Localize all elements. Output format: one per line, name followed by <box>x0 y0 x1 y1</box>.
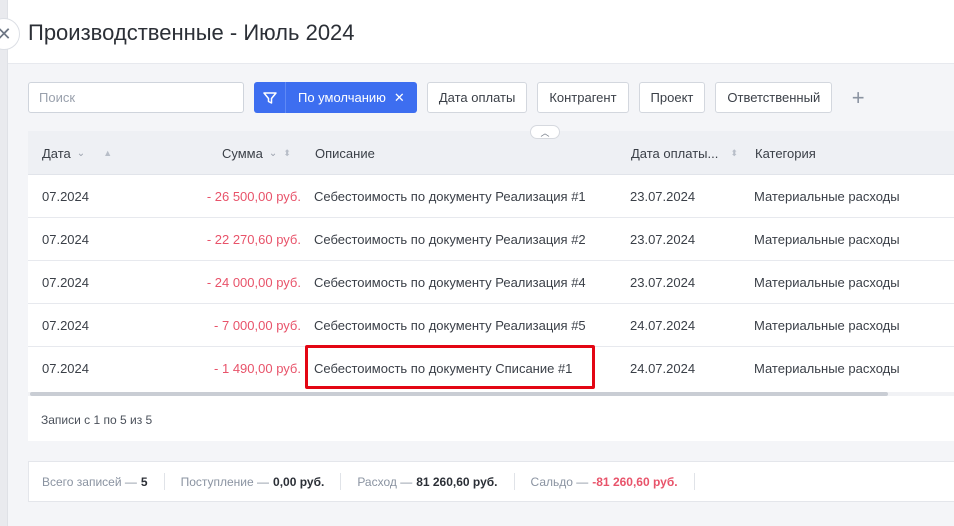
summary-total-value: 5 <box>140 474 148 489</box>
col-pay-date-label: Дата оплаты... <box>631 145 719 161</box>
summary-expense-label: Расход — <box>357 474 413 489</box>
cell-description: Себестоимость по документу Реализация #4 <box>314 275 586 290</box>
clear-preset-icon[interactable]: ✕ <box>392 82 417 113</box>
table-row[interactable]: 07.2024 - 22 270,60 руб. Себестоимость п… <box>28 218 954 261</box>
cell-sum: - 22 270,60 руб. <box>206 232 301 247</box>
slide-panel: Производственные - Июль 2024 По умолчани… <box>8 0 954 526</box>
filter-bar: По умолчанию ✕ Дата оплаты Контрагент Пр… <box>28 82 870 113</box>
col-sum-label: Сумма <box>222 145 263 161</box>
cell-description: Себестоимость по документу Реализация #2 <box>314 232 586 247</box>
summary-total: Всего записей — 5 <box>42 473 165 490</box>
cell-date: 07.2024 <box>42 275 89 290</box>
sort-icon[interactable]: ⬍ <box>283 148 290 159</box>
cell-category: Материальные расходы <box>754 275 900 290</box>
sort-icon[interactable]: ▲ <box>103 148 112 158</box>
filter-icon <box>254 82 286 113</box>
table-row[interactable]: 07.2024 - 1 490,00 руб. Себестоимость по… <box>28 345 954 390</box>
preset-filter[interactable]: По умолчанию ✕ <box>254 82 417 113</box>
cell-sum: - 24 000,00 руб. <box>206 275 301 290</box>
cell-pay-date: 23.07.2024 <box>630 232 696 247</box>
cell-category: Материальные расходы <box>754 232 900 247</box>
summary-income: Поступление — 0,00 руб. <box>181 473 342 490</box>
search-input[interactable] <box>28 82 244 113</box>
summary-income-value: 0,00 руб. <box>273 474 325 489</box>
horizontal-scrollbar[interactable] <box>28 392 954 396</box>
cell-pay-date: 24.07.2024 <box>630 318 696 333</box>
panel-header: Производственные - Июль 2024 <box>8 0 954 64</box>
cell-sum: - 7 000,00 руб. <box>214 318 301 333</box>
chevron-down-icon[interactable]: ⌄ <box>77 148 85 159</box>
cell-category: Материальные расходы <box>754 318 900 333</box>
cell-category: Материальные расходы <box>754 189 900 204</box>
cell-date: 07.2024 <box>42 318 89 333</box>
page-title: Производственные - Июль 2024 <box>28 20 355 45</box>
cell-date: 07.2024 <box>42 361 89 376</box>
sort-icon[interactable]: ⬍ <box>730 148 737 159</box>
summary-balance-value: -81 260,60 руб. <box>592 474 678 489</box>
chevron-down-icon[interactable]: ⌄ <box>269 148 277 159</box>
summary-total-label: Всего записей — <box>42 474 137 489</box>
cell-date: 07.2024 <box>42 189 89 204</box>
chip-counterparty[interactable]: Контрагент <box>537 82 629 113</box>
backdrop-strip <box>0 0 8 526</box>
col-desc[interactable]: Описание <box>315 131 375 175</box>
col-date-label: Дата <box>42 145 71 161</box>
cell-sum: - 26 500,00 руб. <box>206 189 301 204</box>
col-pay-date[interactable]: Дата оплаты... ⬍ <box>631 131 738 175</box>
cell-description: Себестоимость по документу Списание #1 <box>314 361 573 376</box>
table-body: 07.2024 - 26 500,00 руб. Себестоимость п… <box>28 175 954 390</box>
chip-pay-date[interactable]: Дата оплаты <box>426 82 528 113</box>
summary-expense-value: 81 260,60 руб. <box>416 474 498 489</box>
cell-category: Материальные расходы <box>754 361 900 376</box>
chevron-up-icon[interactable]: ︿ <box>530 125 560 139</box>
cell-sum: - 1 490,00 руб. <box>214 361 301 376</box>
col-date[interactable]: Дата ⌄ ▲ <box>42 131 112 175</box>
cell-pay-date: 24.07.2024 <box>630 361 696 376</box>
cell-pay-date: 23.07.2024 <box>630 275 696 290</box>
chip-responsible[interactable]: Ответственный <box>715 82 833 113</box>
preset-filter-label: По умолчанию <box>298 90 386 105</box>
chip-project[interactable]: Проект <box>638 82 706 113</box>
col-category[interactable]: Категория <box>755 131 816 175</box>
plus-icon[interactable]: + <box>846 82 870 113</box>
table-row[interactable]: 07.2024 - 24 000,00 руб. Себестоимость п… <box>28 261 954 304</box>
cell-description: Себестоимость по документу Реализация #1 <box>314 189 586 204</box>
data-table: Дата ⌄ ▲ Сумма ⌄ ⬍ Описание Дата оплаты.… <box>28 125 954 441</box>
cell-pay-date: 23.07.2024 <box>630 189 696 204</box>
col-sum[interactable]: Сумма ⌄ ⬍ <box>222 131 291 175</box>
table-header: Дата ⌄ ▲ Сумма ⌄ ⬍ Описание Дата оплаты.… <box>28 131 954 175</box>
summary-income-label: Поступление — <box>180 474 270 489</box>
table-row[interactable]: 07.2024 - 26 500,00 руб. Себестоимость п… <box>28 175 954 218</box>
summary-balance-label: Сальдо — <box>530 474 589 489</box>
summary-expense: Расход — 81 260,60 руб. <box>357 473 515 490</box>
cell-description: Себестоимость по документу Реализация #5 <box>314 318 586 333</box>
records-info: Записи с 1 по 5 из 5 <box>41 413 153 427</box>
table-row[interactable]: 07.2024 - 7 000,00 руб. Себестоимость по… <box>28 304 954 347</box>
scrollbar-thumb[interactable] <box>30 392 888 396</box>
cell-date: 07.2024 <box>42 232 89 247</box>
summary-bar: Всего записей — 5 Поступление — 0,00 руб… <box>28 461 954 502</box>
summary-balance: Сальдо — -81 260,60 руб. <box>531 473 695 490</box>
